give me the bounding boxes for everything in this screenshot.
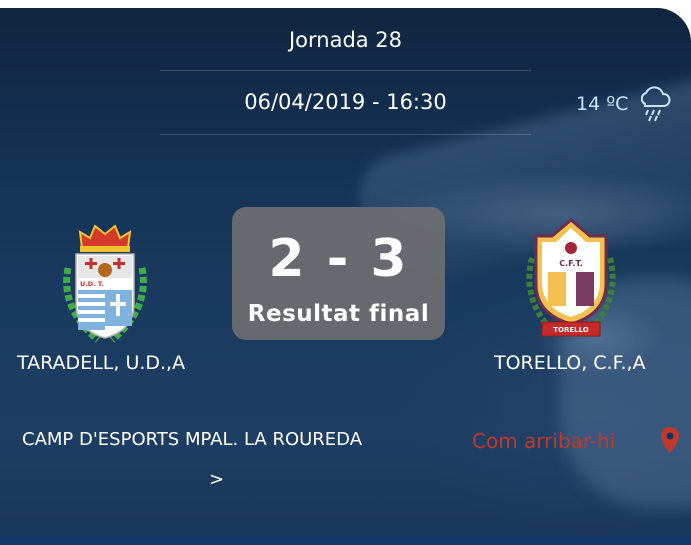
away-team-name[interactable]: TORELLO, C.F.,A bbox=[494, 352, 646, 374]
away-team-crest[interactable]: C.F.T. TORELLO bbox=[518, 218, 624, 346]
match-status: Resultat final bbox=[247, 301, 430, 327]
directions-link[interactable]: Com arribar-hi bbox=[472, 429, 615, 453]
score-box: 2 - 3 Resultat final bbox=[232, 207, 445, 340]
away-crest-text: C.F.T. bbox=[559, 259, 583, 268]
map-pin-icon[interactable] bbox=[660, 426, 680, 454]
home-team-name[interactable]: TARADELL, U.D.,A bbox=[17, 352, 185, 374]
match-score: 2 - 3 bbox=[268, 229, 409, 289]
bottom-bar bbox=[0, 536, 691, 545]
home-team-crest[interactable]: U.D. T. bbox=[58, 218, 152, 350]
match-card: Jornada 28 06/04/2019 - 16:30 14 ºC U.D.… bbox=[0, 8, 691, 545]
temperature: 14 ºC bbox=[576, 93, 629, 115]
divider bbox=[160, 134, 531, 135]
venue-name[interactable]: CAMP D'ESPORTS MPAL. LA ROUREDA bbox=[22, 429, 362, 450]
divider bbox=[160, 70, 531, 71]
venue-arrow[interactable]: > bbox=[209, 469, 224, 490]
rain-cloud-icon bbox=[640, 86, 671, 122]
round-label: Jornada 28 bbox=[288, 28, 403, 52]
home-crest-text: U.D. T. bbox=[80, 280, 104, 288]
away-crest-banner: TORELLO bbox=[553, 326, 589, 334]
